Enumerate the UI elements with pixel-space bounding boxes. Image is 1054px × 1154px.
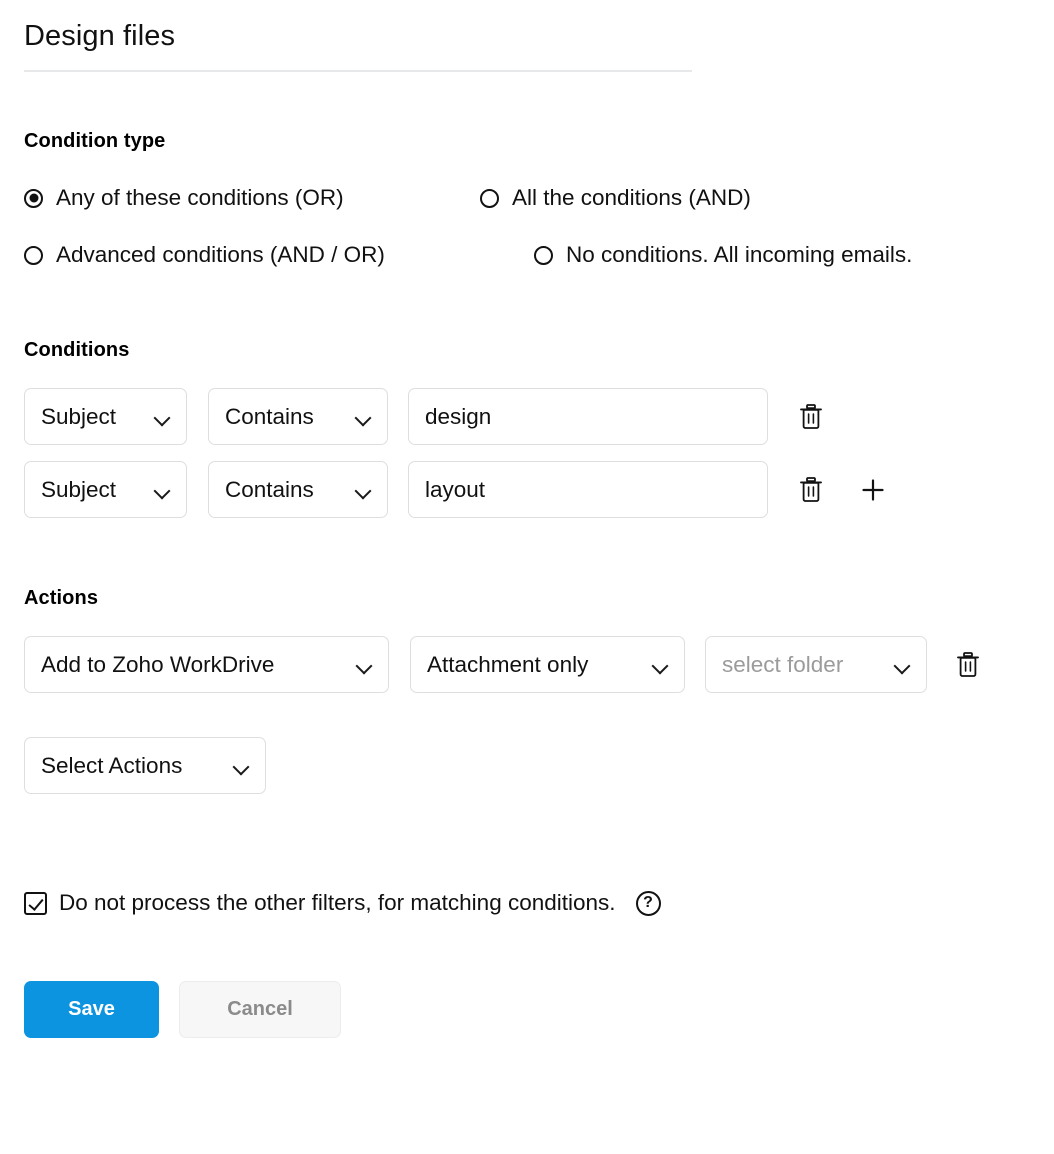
condition-field-value-2: Subject	[41, 476, 117, 502]
header-divider	[24, 70, 692, 72]
action-folder-select[interactable]: select folder	[705, 636, 927, 693]
add-action-row: Select Actions	[24, 737, 1030, 794]
condition-operator-select-1[interactable]: Contains	[208, 388, 388, 445]
footer-actions: Save Cancel	[0, 981, 1054, 1038]
save-button[interactable]: Save	[24, 981, 159, 1038]
condition-operator-value-1: Contains	[225, 403, 314, 429]
condition-row: Subject Contains layout	[24, 461, 1030, 518]
select-actions-label: Select Actions	[41, 752, 183, 778]
radio-icon-any-of-these[interactable]	[24, 188, 43, 208]
chevron-down-icon	[355, 485, 371, 495]
page-header: Design files	[0, 0, 1054, 72]
select-actions-dropdown[interactable]: Select Actions	[24, 737, 266, 794]
radio-label-any-of-these: Any of these conditions (OR)	[56, 185, 344, 210]
chevron-down-icon	[894, 660, 910, 670]
chevron-down-icon	[355, 412, 371, 422]
chevron-down-icon	[154, 485, 170, 495]
trash-icon	[957, 651, 979, 677]
radio-icon-advanced-conditions[interactable]	[24, 245, 43, 265]
condition-type-radio-group: Any of these conditions (OR) All the con…	[24, 185, 1030, 268]
stop-processing-label: Do not process the other filters, for ma…	[59, 890, 616, 915]
conditions-rows: Subject Contains design Subject Contains…	[24, 388, 1030, 518]
delete-condition-button-1[interactable]	[796, 402, 826, 432]
delete-condition-button-2[interactable]	[796, 475, 826, 505]
actions-heading: Actions	[24, 587, 99, 609]
action-folder-placeholder: select folder	[722, 651, 844, 677]
stop-processing-option[interactable]: Do not process the other filters, for ma…	[24, 890, 1030, 916]
actions-section: Actions Add to Zoho WorkDrive Attachment…	[0, 587, 1054, 794]
radio-icon-no-conditions[interactable]	[534, 245, 553, 265]
radio-label-advanced-conditions: Advanced conditions (AND / OR)	[56, 242, 385, 267]
delete-action-button[interactable]	[953, 650, 983, 680]
radio-option-advanced-conditions[interactable]: Advanced conditions (AND / OR)	[24, 242, 480, 268]
chevron-down-icon	[154, 412, 170, 422]
radio-label-all-conditions: All the conditions (AND)	[512, 185, 751, 210]
condition-row: Subject Contains design	[24, 388, 1030, 445]
cancel-button[interactable]: Cancel	[179, 981, 341, 1038]
add-condition-button[interactable]	[858, 475, 888, 505]
radio-option-no-conditions[interactable]: No conditions. All incoming emails.	[480, 242, 1030, 268]
actions-rows: Add to Zoho WorkDrive Attachment only se…	[24, 636, 1030, 794]
condition-value-text-1: design	[425, 403, 492, 429]
stop-processing-checkbox[interactable]	[24, 891, 47, 915]
conditions-heading: Conditions	[24, 339, 130, 361]
chevron-down-icon	[233, 761, 249, 771]
action-type-value: Add to Zoho WorkDrive	[41, 651, 275, 677]
action-scope-select[interactable]: Attachment only	[410, 636, 685, 693]
radio-option-all-conditions[interactable]: All the conditions (AND)	[480, 185, 1030, 211]
page-title: Design files	[24, 20, 176, 52]
options-section: Do not process the other filters, for ma…	[0, 890, 1054, 916]
condition-operator-select-2[interactable]: Contains	[208, 461, 388, 518]
condition-value-input-2[interactable]: layout	[408, 461, 768, 518]
condition-type-section: Condition type Any of these conditions (…	[0, 130, 1054, 268]
condition-value-text-2: layout	[425, 476, 486, 502]
action-scope-value: Attachment only	[427, 651, 589, 677]
plus-icon	[862, 478, 884, 501]
radio-option-any-of-these[interactable]: Any of these conditions (OR)	[24, 185, 480, 211]
trash-icon	[800, 476, 822, 502]
chevron-down-icon	[356, 660, 372, 670]
trash-icon	[800, 403, 822, 429]
condition-type-heading: Condition type	[24, 130, 166, 152]
condition-field-value-1: Subject	[41, 403, 117, 429]
condition-value-input-1[interactable]: design	[408, 388, 768, 445]
condition-field-select-1[interactable]: Subject	[24, 388, 187, 445]
action-row: Add to Zoho WorkDrive Attachment only se…	[24, 636, 1030, 693]
action-type-select[interactable]: Add to Zoho WorkDrive	[24, 636, 389, 693]
help-icon[interactable]: ?	[635, 890, 661, 916]
condition-operator-value-2: Contains	[225, 476, 314, 502]
conditions-section: Conditions Subject Contains design Subje…	[0, 339, 1054, 518]
radio-icon-all-conditions[interactable]	[480, 188, 499, 208]
radio-label-no-conditions: No conditions. All incoming emails.	[566, 242, 913, 267]
condition-field-select-2[interactable]: Subject	[24, 461, 187, 518]
chevron-down-icon	[652, 660, 668, 670]
